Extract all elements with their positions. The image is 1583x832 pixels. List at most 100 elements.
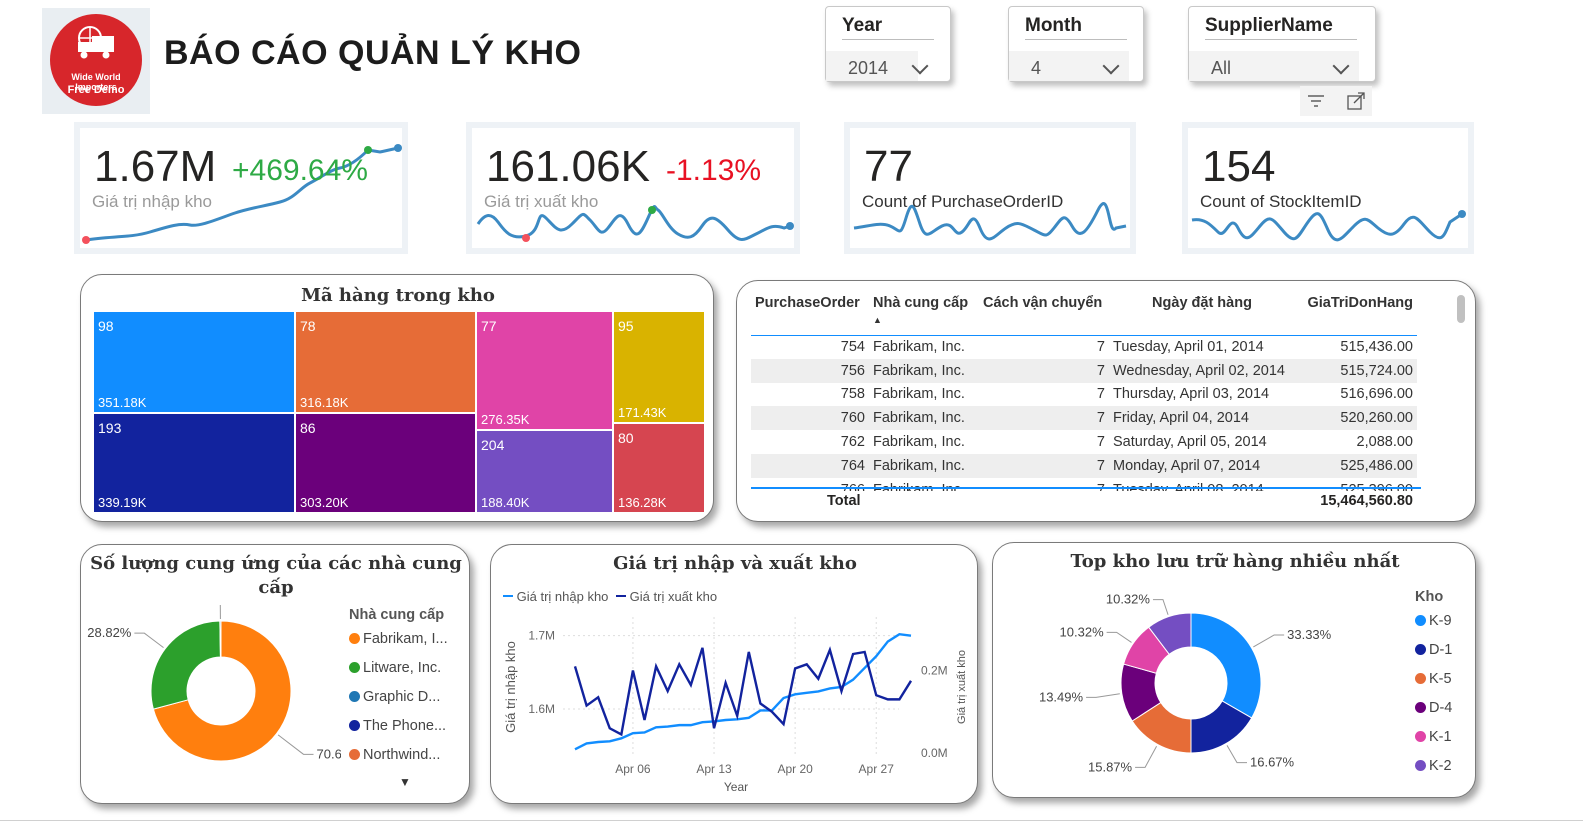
legend-item[interactable]: Litware, Inc. [349, 660, 448, 689]
kpi-card-import[interactable]: 1.67M +469.64% Giá trị nhập kho [74, 122, 408, 254]
kpi-card-po-inner: 77 Count of PurchaseOrderID [850, 128, 1130, 248]
legend-item[interactable]: K-5 [1415, 671, 1452, 700]
donut-slice[interactable] [150, 620, 221, 710]
treemap-cell[interactable]: 98 351.18K [93, 311, 295, 413]
treemap-cell-value: 171.43K [618, 405, 667, 420]
treemap-area: 98 351.18K 78 316.18K 77 276.35K 95 171.… [93, 311, 705, 513]
slicer-month[interactable]: Month 4 [1008, 6, 1144, 82]
cell-date: Tuesday, April 01, 2014 [1113, 339, 1264, 356]
column-header-shipping[interactable]: Cách vận chuyển [979, 295, 1109, 335]
treemap-cell-label: 98 [98, 318, 114, 334]
treemap-panel[interactable]: Mã hàng trong kho 98 351.18K 78 316.18K … [80, 274, 714, 522]
cell-date: Thursday, April 03, 2014 [1113, 386, 1270, 403]
legend-dot [1415, 702, 1426, 713]
warehouse-donut-chart[interactable]: 33.33% 16.67% 15.87% 13.49% 10.32% 10.32% [993, 579, 1393, 789]
x-axis-label: Year [724, 780, 748, 794]
legend-item[interactable]: D-1 [1415, 642, 1452, 671]
y-right-tick-label: 0.2M [921, 664, 948, 678]
column-header-supplier-label: Nhà cung cấp [873, 295, 969, 311]
supplier-donut-chart[interactable]: 70.63%28.82%0.26% [81, 605, 341, 795]
treemap-cell[interactable]: 86 303.20K [295, 413, 476, 513]
treemap-cell-label: 80 [618, 430, 634, 446]
kpi-stockitem-label: Count of StockItemID [1200, 192, 1362, 211]
focus-mode-icon[interactable] [1346, 92, 1366, 112]
treemap-cell[interactable]: 204 188.40K [476, 430, 613, 513]
series-line[interactable] [573, 646, 913, 737]
kpi-stockitem-value: 154 [1202, 142, 1276, 191]
treemap-cell-value: 303.20K [300, 495, 349, 510]
slicer-year[interactable]: Year 2014 [825, 6, 951, 82]
table-row[interactable]: 762 Fabrikam, Inc. 7 Saturday, April 05,… [751, 430, 1417, 454]
kpi-card-po-count[interactable]: 77 Count of PurchaseOrderID [844, 122, 1136, 254]
legend-dot [1415, 760, 1426, 771]
table-panel[interactable]: PurchaseOrder Nhà cung cấp ▲ Cách vận chu… [736, 280, 1476, 522]
cell-value: 515,724.00 [1340, 362, 1413, 379]
donut-data-label: 13.49% [1039, 689, 1084, 704]
purchase-order-table: PurchaseOrder Nhà cung cấp ▲ Cách vận chu… [751, 295, 1417, 491]
slicer-supplier-dropdown[interactable]: All [1189, 51, 1359, 81]
cell-date: Tuesday, April 08, 2014 [1109, 478, 1295, 491]
legend-label: D-4 [1429, 700, 1453, 716]
supplier-legend-title: Nhà cung cấp [349, 607, 445, 623]
legend-item[interactable]: K-9 [1415, 613, 1452, 642]
donut-leader-line [134, 632, 164, 649]
legend-item[interactable]: K-2 [1415, 758, 1452, 787]
legend-item[interactable]: Graphic D... [349, 689, 448, 718]
legend-dot [349, 720, 360, 731]
treemap-cell[interactable]: 80 136.28K [613, 423, 705, 513]
table-scrollbar[interactable] [1457, 295, 1465, 323]
table-row[interactable]: 766 Fabrikam, Inc. 7 Tuesday, April 08, … [751, 478, 1417, 491]
slicer-supplier[interactable]: SupplierName All [1188, 6, 1376, 82]
line-chart-panel[interactable]: Giá trị nhập và xuất kho Giá trị nhập kh… [490, 544, 978, 804]
legend-item[interactable]: D-4 [1415, 700, 1452, 729]
legend-item[interactable]: K-1 [1415, 729, 1452, 758]
slicer-divider [1025, 39, 1127, 40]
slicer-month-dropdown[interactable]: 4 [1009, 51, 1129, 81]
legend-label: Litware, Inc. [363, 660, 442, 676]
donut-leader-line [277, 734, 314, 755]
column-header-orderdate[interactable]: Ngày đặt hàng [1109, 295, 1295, 335]
kpi-card-export[interactable]: 161.06K -1.13% Giá trị xuất kho [466, 122, 800, 254]
treemap-cell-label: 78 [300, 318, 316, 334]
donut-slice[interactable] [1190, 612, 1262, 719]
table-total-value: 15,464,560.80 [1320, 493, 1413, 509]
legend-item[interactable]: Northwind... [349, 747, 448, 776]
slicer-month-value: 4 [1031, 58, 1042, 78]
table-row[interactable]: 754 Fabrikam, Inc. 7 Tuesday, April 01, … [751, 335, 1417, 359]
legend-scroll-down-icon[interactable]: ▼ [399, 775, 411, 789]
y-right-tick-label: 0.0M [921, 746, 948, 760]
slicer-divider [842, 39, 934, 40]
x-tick-label: Apr 20 [777, 762, 813, 776]
slicer-year-label: Year [842, 15, 883, 36]
supplier-donut-panel[interactable]: Số lượng cung ứng của các nhà cung cấp 7… [80, 544, 470, 804]
kpi-card-stockitem-count[interactable]: 154 Count of StockItemID [1182, 122, 1474, 254]
line-chart-svg[interactable]: Giá trị nhập kho Giá trị xuất kho Year 1… [491, 545, 979, 803]
treemap-cell[interactable]: 77 276.35K [476, 311, 613, 430]
warehouse-donut-panel[interactable]: Top kho lưu trữ hàng nhiều nhất 33.33% 16… [992, 542, 1476, 798]
table-scroll-area[interactable]: PurchaseOrder Nhà cung cấp ▲ Cách vận chu… [751, 295, 1421, 491]
treemap-title: Mã hàng trong kho [301, 285, 495, 306]
treemap-cell[interactable]: 193 339.19K [93, 413, 295, 513]
treemap-cell[interactable]: 95 171.43K [613, 311, 705, 423]
table-row[interactable]: 760 Fabrikam, Inc. 7 Friday, April 04, 2… [751, 406, 1417, 431]
donut-slice[interactable] [219, 620, 222, 658]
column-header-ordervalue[interactable]: GiaTriDonHang [1295, 295, 1417, 335]
slicer-divider [1205, 39, 1357, 40]
treemap-cell[interactable]: 78 316.18K [295, 311, 476, 413]
cell-shipping: 7 [1096, 410, 1105, 427]
table-row[interactable]: 764 Fabrikam, Inc. 7 Monday, April 07, 2… [751, 453, 1417, 478]
filter-icon[interactable] [1306, 92, 1326, 110]
column-header-supplier[interactable]: Nhà cung cấp ▲ [869, 295, 979, 335]
kpi-card-import-inner: 1.67M +469.64% Giá trị nhập kho [80, 128, 402, 248]
column-header-purchaseorder[interactable]: PurchaseOrder [751, 295, 869, 335]
legend-dot [1415, 615, 1426, 626]
legend-dot [349, 691, 360, 702]
table-header-row: PurchaseOrder Nhà cung cấp ▲ Cách vận chu… [751, 295, 1417, 335]
legend-label: K-9 [1429, 613, 1452, 629]
table-row[interactable]: 758 Fabrikam, Inc. 7 Thursday, April 03,… [751, 383, 1417, 407]
legend-label: D-1 [1429, 642, 1453, 658]
legend-item[interactable]: Fabrikam, I... [349, 631, 448, 660]
table-row[interactable]: 756 Fabrikam, Inc. 7 Wednesday, April 02… [751, 358, 1417, 383]
legend-item[interactable]: The Phone... [349, 718, 448, 747]
slicer-year-dropdown[interactable]: 2014 [826, 51, 929, 81]
